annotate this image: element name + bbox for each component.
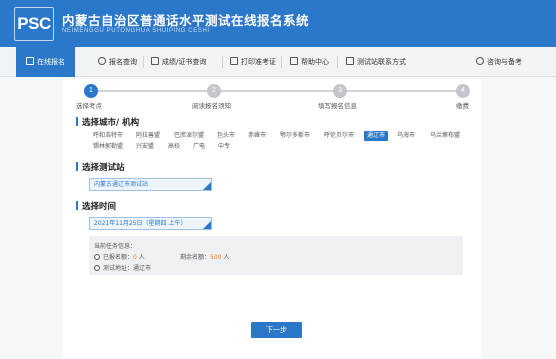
test-site-value: 内蒙古通辽市测试站 bbox=[94, 181, 149, 188]
remaining-unit: 人 bbox=[223, 254, 230, 261]
selected-check-icon bbox=[203, 182, 211, 190]
city-option[interactable]: 鄂尔多斯市 bbox=[280, 131, 310, 141]
city-option[interactable]: 乌兰察布盟 bbox=[430, 131, 460, 141]
remaining-count: 剩余名额：500 人 bbox=[180, 252, 229, 261]
nav-divider bbox=[222, 56, 223, 68]
printer-icon bbox=[230, 57, 238, 65]
step-1-label: 选择考点 bbox=[76, 102, 102, 110]
contact-icon bbox=[346, 57, 354, 65]
section-title-text: 选择时间 bbox=[82, 202, 117, 212]
city-option[interactable]: 锡林郭勒盟 bbox=[93, 142, 123, 152]
city-option[interactable]: 广电 bbox=[193, 142, 205, 152]
search-icon bbox=[98, 57, 106, 65]
test-time-select[interactable]: 2021年11月25日（星期四 上午） bbox=[89, 217, 212, 230]
section-title-text: 选择城市/ 机构 bbox=[82, 118, 140, 128]
section-marker bbox=[76, 117, 78, 126]
nav-label: 在线报名 bbox=[37, 58, 65, 66]
site-subtitle: NEIMENGGU PUTONGHUA SHUIPING CESHI bbox=[62, 28, 210, 34]
city-option[interactable]: 兴安盟 bbox=[136, 142, 154, 152]
step-3-label: 填写报名信息 bbox=[318, 102, 357, 110]
city-option[interactable]: 巴彦淖尔盟 bbox=[174, 131, 204, 141]
nav-score-query[interactable]: 成绩/证书查询 bbox=[151, 47, 206, 77]
psc-logo: PSC bbox=[14, 7, 54, 41]
nav-divider bbox=[337, 56, 338, 68]
nav-help-center[interactable]: 帮助中心 bbox=[290, 47, 329, 77]
nav-consult[interactable]: 咨询与备考 bbox=[476, 47, 522, 77]
nav-label: 测试站联系方式 bbox=[357, 58, 406, 66]
city-option[interactable]: 中专 bbox=[218, 142, 230, 152]
steps-line bbox=[91, 90, 463, 92]
time-section-title: 选择时间 bbox=[76, 200, 116, 212]
test-time-value: 2021年11月25日（星期四 上午） bbox=[94, 220, 187, 227]
nav-label: 成绩/证书查询 bbox=[162, 58, 207, 66]
step-2-label: 阅读报名须知 bbox=[192, 102, 231, 110]
registered-unit: 人 bbox=[138, 254, 145, 261]
city-option-selected[interactable]: 通辽市 bbox=[364, 131, 389, 141]
city-option[interactable]: 赤峰市 bbox=[248, 131, 266, 141]
location-icon bbox=[94, 265, 100, 271]
next-step-button[interactable]: 下一步 bbox=[251, 322, 302, 338]
nav-label: 报名查询 bbox=[109, 58, 137, 66]
nav-divider bbox=[281, 56, 282, 68]
user-icon bbox=[94, 254, 100, 260]
nav-label: 打印准考证 bbox=[241, 58, 276, 66]
site-section-title: 选择测试站 bbox=[76, 161, 125, 173]
step-1-circle: 1 bbox=[84, 84, 98, 98]
nav-print-admission[interactable]: 打印准考证 bbox=[230, 47, 276, 77]
address-label: 测试地址： bbox=[103, 265, 134, 272]
city-option[interactable]: 包头市 bbox=[217, 131, 235, 141]
nav-test-site-contact[interactable]: 测试站联系方式 bbox=[346, 47, 406, 77]
step-4-label: 缴费 bbox=[456, 102, 469, 110]
step-4-circle: 4 bbox=[456, 84, 470, 98]
remaining-label: 剩余名额： bbox=[180, 254, 211, 261]
nav-registration-query[interactable]: 报名查询 bbox=[98, 47, 137, 77]
city-option[interactable]: 阿拉善盟 bbox=[136, 131, 160, 141]
selected-check-icon bbox=[203, 221, 211, 229]
test-site-select[interactable]: 内蒙古通辽市测试站 bbox=[89, 178, 212, 191]
site-title: 内蒙古自治区普通话水平测试在线报名系统 bbox=[62, 13, 310, 28]
registered-count: 已报名额：0 人 bbox=[94, 252, 145, 261]
step-3-circle: 3 bbox=[333, 84, 347, 98]
nav-label: 帮助中心 bbox=[301, 58, 329, 66]
main-nav: 在线报名 报名查询 成绩/证书查询 打印准考证 帮助中心 测试站联系方式 咨询与… bbox=[0, 47, 556, 77]
section-title-text: 选择测试站 bbox=[82, 163, 125, 173]
section-marker bbox=[76, 162, 78, 171]
city-option[interactable]: 呼伦贝尔市 bbox=[324, 131, 354, 141]
step-2-circle: 2 bbox=[207, 84, 221, 98]
nav-divider bbox=[143, 56, 144, 68]
remaining-value: 500 bbox=[210, 254, 222, 261]
certificate-icon bbox=[151, 57, 159, 65]
nav-label: 咨询与备考 bbox=[487, 58, 522, 66]
nav-online-registration[interactable]: 在线报名 bbox=[16, 47, 75, 77]
section-marker bbox=[76, 201, 78, 210]
help-icon bbox=[290, 57, 298, 65]
info-heading: 当前任务信息： bbox=[94, 243, 137, 250]
city-option[interactable]: 高校 bbox=[168, 142, 180, 152]
address-value: 通辽市 bbox=[133, 265, 152, 272]
edit-icon bbox=[26, 57, 34, 65]
city-option[interactable]: 乌海市 bbox=[397, 131, 415, 141]
test-address: 测试地址：通辽市 bbox=[94, 263, 151, 272]
city-option[interactable]: 呼和浩特市 bbox=[93, 131, 123, 141]
city-section-title: 选择城市/ 机构 bbox=[76, 116, 139, 128]
registered-value: 0 bbox=[133, 254, 137, 261]
registered-label: 已报名额： bbox=[103, 254, 134, 261]
chat-icon bbox=[476, 57, 484, 65]
site-header: PSC 内蒙古自治区普通话水平测试在线报名系统 NEIMENGGU PUTONG… bbox=[0, 0, 556, 47]
